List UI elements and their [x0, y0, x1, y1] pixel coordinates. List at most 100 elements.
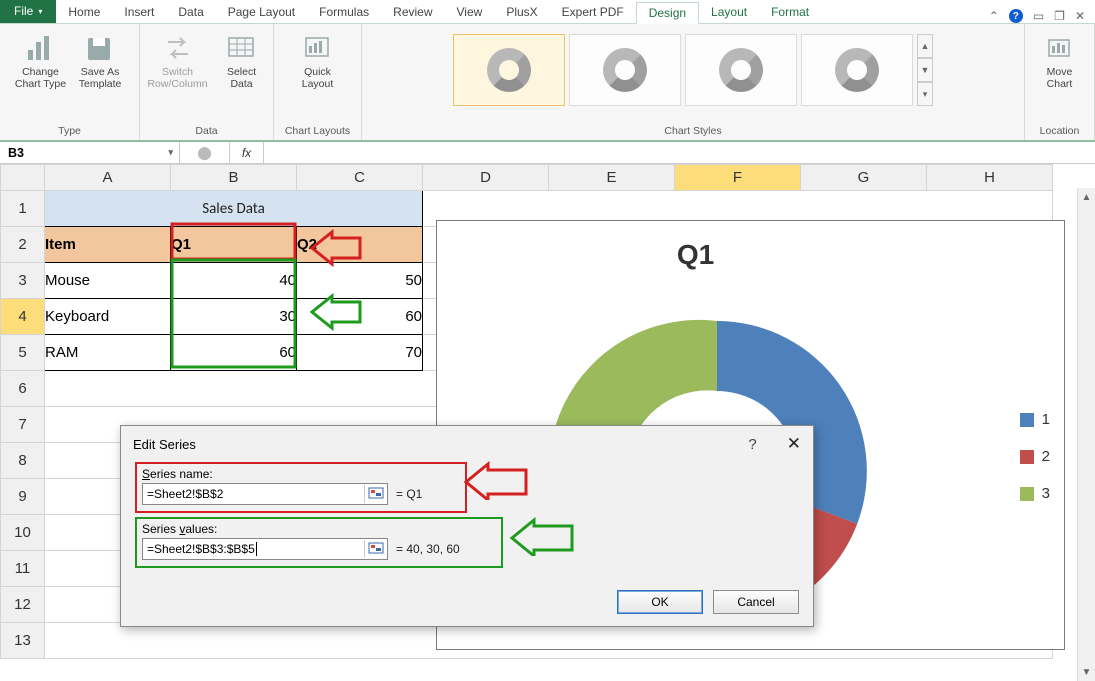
save-template-icon [84, 32, 116, 64]
series-values-preview: = 40, 30, 60 [396, 542, 460, 556]
chart-legend[interactable]: 1 2 3 [1020, 411, 1050, 522]
series-name-input[interactable]: =Sheet2!$B$2 [142, 483, 388, 505]
col-header-E[interactable]: E [549, 165, 675, 191]
legend-swatch-3 [1020, 487, 1034, 501]
scroll-down-icon[interactable]: ▼ [1078, 663, 1095, 681]
col-header-C[interactable]: C [297, 165, 423, 191]
chart-style-3[interactable] [685, 34, 797, 106]
gallery-scroll-down[interactable]: ▼ [917, 58, 933, 82]
cell-A5[interactable]: RAM [45, 335, 171, 371]
select-data-button[interactable]: Select Data [218, 32, 266, 90]
cell-C4[interactable]: 60 [297, 299, 423, 335]
tab-view[interactable]: View [445, 1, 495, 23]
cancel-button[interactable]: Cancel [713, 590, 799, 614]
help-icon[interactable]: ? [1009, 9, 1023, 23]
scroll-up-icon[interactable]: ▲ [1078, 188, 1095, 206]
series-values-input[interactable]: =Sheet2!$B$3:$B$5 [142, 538, 388, 560]
cell-A4[interactable]: Keyboard [45, 299, 171, 335]
fx-icon[interactable]: fx [230, 142, 264, 163]
group-type-label: Type [8, 123, 131, 140]
tab-home[interactable]: Home [56, 1, 112, 23]
ribbon-min-icon[interactable]: ⌃ [989, 9, 999, 23]
col-header-G[interactable]: G [801, 165, 927, 191]
save-as-template-button[interactable]: Save As Template [76, 32, 124, 90]
legend-swatch-1 [1020, 413, 1034, 427]
row-header-9[interactable]: 9 [1, 479, 45, 515]
row-header-6[interactable]: 6 [1, 371, 45, 407]
group-data-label: Data [148, 123, 265, 140]
switch-rc-icon [162, 32, 194, 64]
col-header-A[interactable]: A [45, 165, 171, 191]
legend-swatch-2 [1020, 450, 1034, 464]
cell-A3[interactable]: Mouse [45, 263, 171, 299]
collapse-dialog-icon[interactable] [364, 485, 386, 503]
name-box[interactable]: B3 [0, 142, 180, 163]
row-header-11[interactable]: 11 [1, 551, 45, 587]
move-chart-button[interactable]: Move Chart [1036, 32, 1084, 90]
chart-title[interactable]: Q1 [437, 239, 954, 271]
cell-B4[interactable]: 30 [171, 299, 297, 335]
tab-plusx[interactable]: PlusX [494, 1, 549, 23]
tab-layout[interactable]: Layout [699, 1, 759, 23]
cell-B5[interactable]: 60 [171, 335, 297, 371]
row-header-10[interactable]: 10 [1, 515, 45, 551]
row-header-8[interactable]: 8 [1, 443, 45, 479]
switch-row-column-button[interactable]: Switch Row/Column [147, 32, 207, 90]
formula-input[interactable] [264, 142, 1095, 163]
col-header-H[interactable]: H [927, 165, 1053, 191]
ribbon: Change Chart Type Save As Template Type … [0, 24, 1095, 142]
row-header-3[interactable]: 3 [1, 263, 45, 299]
gallery-scroll-up[interactable]: ▲ [917, 34, 933, 58]
row-header-12[interactable]: 12 [1, 587, 45, 623]
select-all-corner[interactable] [1, 165, 45, 191]
tab-data[interactable]: Data [166, 1, 215, 23]
col-header-F[interactable]: F [675, 165, 801, 191]
cell-C3[interactable]: 50 [297, 263, 423, 299]
gallery-more[interactable]: ▾ [917, 82, 933, 106]
group-styles-label: Chart Styles [370, 123, 1016, 140]
col-header-D[interactable]: D [423, 165, 549, 191]
chart-type-icon [24, 32, 56, 64]
dialog-help-icon[interactable]: ? [748, 436, 756, 453]
hdr-item[interactable]: Item [45, 227, 171, 263]
quick-layout-button[interactable]: Quick Layout [294, 32, 342, 90]
series-values-label: Series values:Series values: [142, 522, 496, 538]
row-header-7[interactable]: 7 [1, 407, 45, 443]
dialog-close-icon[interactable]: ✕ [787, 434, 801, 454]
chart-style-1[interactable] [453, 34, 565, 106]
vertical-scrollbar[interactable]: ▲ ▼ [1077, 188, 1095, 681]
legend-label-3: 3 [1042, 485, 1050, 502]
dialog-title: Edit Series [133, 437, 196, 452]
tab-format[interactable]: Format [759, 1, 821, 23]
window-minimize-icon[interactable]: ▭ [1033, 9, 1044, 23]
change-chart-type-button[interactable]: Change Chart Type [15, 32, 66, 90]
col-header-B[interactable]: B [171, 165, 297, 191]
hdr-q2[interactable]: Q2 [297, 227, 423, 263]
tab-design[interactable]: Design [636, 2, 699, 24]
row-header-13[interactable]: 13 [1, 623, 45, 659]
cell-C5[interactable]: 70 [297, 335, 423, 371]
window-close-icon[interactable]: ✕ [1075, 9, 1085, 23]
legend-label-2: 2 [1042, 448, 1050, 465]
ok-button[interactable]: OK [617, 590, 703, 614]
legend-label-1: 1 [1042, 411, 1050, 428]
chart-style-2[interactable] [569, 34, 681, 106]
window-restore-icon[interactable]: ❐ [1054, 9, 1065, 23]
table-title[interactable]: Sales Data [45, 191, 423, 227]
file-tab[interactable]: File [0, 0, 56, 23]
cell-B3[interactable]: 40 [171, 263, 297, 299]
row-header-1[interactable]: 1 [1, 191, 45, 227]
edit-series-dialog: Edit Series ? ✕ Series Series name:name:… [120, 425, 814, 627]
row-header-4[interactable]: 4 [1, 299, 45, 335]
collapse-dialog-icon-2[interactable] [364, 540, 386, 558]
hdr-q1[interactable]: Q1 [171, 227, 297, 263]
move-chart-icon [1044, 32, 1076, 64]
row-header-5[interactable]: 5 [1, 335, 45, 371]
tab-page-layout[interactable]: Page Layout [216, 1, 307, 23]
tab-review[interactable]: Review [381, 1, 444, 23]
tab-insert[interactable]: Insert [112, 1, 166, 23]
tab-expert-pdf[interactable]: Expert PDF [550, 1, 636, 23]
chart-style-4[interactable] [801, 34, 913, 106]
row-header-2[interactable]: 2 [1, 227, 45, 263]
tab-formulas[interactable]: Formulas [307, 1, 381, 23]
